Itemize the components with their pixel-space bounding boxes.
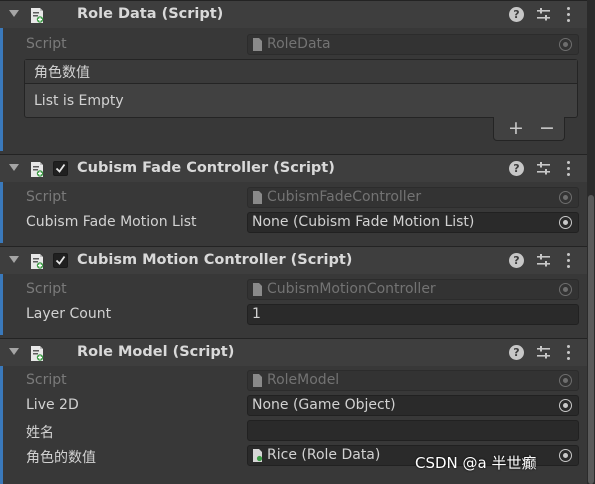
component-header-cubism-fade-controller[interactable]: Cubism Fade Controller (Script) ?: [0, 154, 587, 182]
script-value: CubismMotionController: [267, 281, 436, 297]
object-picker-icon[interactable]: [559, 449, 572, 462]
field-value: None (Game Object): [252, 397, 396, 413]
script-icon: [31, 8, 44, 23]
enabled-checkbox[interactable]: [53, 253, 68, 268]
property-label: 姓名: [26, 425, 54, 441]
help-icon[interactable]: ?: [509, 7, 524, 22]
list-add-button[interactable]: +: [508, 117, 524, 139]
kebab-menu-icon[interactable]: [566, 253, 572, 268]
component-title: Role Model (Script): [77, 344, 235, 360]
kebab-menu-icon[interactable]: [566, 161, 572, 176]
help-icon[interactable]: ?: [509, 161, 524, 176]
script-icon: [31, 254, 44, 269]
script-row: Script CubismMotionController: [0, 278, 587, 302]
object-field[interactable]: None (Game Object): [247, 395, 579, 416]
help-icon[interactable]: ?: [509, 253, 524, 268]
script-asset-icon: [253, 374, 262, 387]
foldout-arrow-icon[interactable]: [9, 164, 19, 171]
script-row: Script RoleData: [0, 33, 587, 57]
script-label: Script: [26, 36, 67, 52]
object-picker-icon[interactable]: [559, 191, 572, 204]
script-value: RoleData: [267, 36, 331, 52]
script-field[interactable]: CubismFadeController: [247, 187, 579, 208]
foldout-arrow-icon[interactable]: [9, 256, 19, 263]
help-icon[interactable]: ?: [509, 345, 524, 360]
script-field[interactable]: RoleModel: [247, 370, 579, 391]
checkmark-icon: [55, 255, 66, 265]
kebab-menu-icon[interactable]: [566, 7, 572, 22]
property-row: Layer Count 1: [0, 303, 587, 327]
script-label: Script: [26, 189, 67, 205]
script-asset-icon: [253, 191, 262, 204]
preset-icon[interactable]: [536, 253, 551, 268]
script-asset-icon: [253, 449, 263, 462]
scrollbar[interactable]: [587, 0, 595, 484]
list-footer: + −: [493, 117, 565, 141]
list-header-label: 角色数值: [34, 65, 90, 81]
property-label: 角色的数值: [26, 450, 96, 466]
component-header-role-model[interactable]: Role Model (Script) ?: [0, 338, 587, 366]
script-icon: [31, 162, 44, 177]
list-empty-text: List is Empty: [34, 93, 124, 109]
script-asset-icon: [253, 38, 262, 51]
list-header[interactable]: 角色数值: [25, 60, 577, 84]
component-title: Role Data (Script): [77, 6, 224, 22]
script-row: Script RoleModel: [0, 369, 587, 393]
script-field[interactable]: RoleData: [247, 34, 579, 55]
object-field[interactable]: None (Cubism Fade Motion List): [247, 212, 579, 233]
component-title: Cubism Motion Controller (Script): [77, 252, 353, 268]
property-label: Layer Count: [26, 306, 112, 322]
list-box: 角色数值 List is Empty: [24, 59, 578, 118]
script-value: RoleModel: [267, 372, 340, 388]
field-value: Rice (Role Data): [267, 447, 381, 463]
object-picker-icon[interactable]: [559, 38, 572, 51]
field-value: 1: [252, 306, 261, 322]
script-label: Script: [26, 281, 67, 297]
foldout-arrow-icon[interactable]: [9, 10, 19, 17]
component-title: Cubism Fade Controller (Script): [77, 160, 335, 176]
preset-icon[interactable]: [536, 161, 551, 176]
kebab-menu-icon[interactable]: [566, 345, 572, 360]
inspector-panel: Role Data (Script) ? Script RoleData 角色数…: [0, 0, 595, 484]
object-picker-icon[interactable]: [559, 283, 572, 296]
property-row: 姓名: [0, 419, 587, 443]
component-header-role-data[interactable]: Role Data (Script) ?: [0, 0, 587, 28]
preset-icon[interactable]: [536, 7, 551, 22]
watermark: CSDN @a 半世癫: [415, 454, 537, 472]
script-icon: [31, 346, 44, 361]
list-remove-button[interactable]: −: [539, 117, 555, 139]
script-asset-icon: [253, 283, 262, 296]
property-row: Live 2D None (Game Object): [0, 394, 587, 418]
property-row: Cubism Fade Motion List None (Cubism Fad…: [0, 211, 587, 235]
object-picker-icon[interactable]: [559, 374, 572, 387]
property-label: Live 2D: [26, 397, 79, 413]
script-field[interactable]: CubismMotionController: [247, 279, 579, 300]
foldout-arrow-icon[interactable]: [9, 348, 19, 355]
checkmark-icon: [55, 163, 66, 173]
script-value: CubismFadeController: [267, 189, 422, 205]
property-label: Cubism Fade Motion List: [26, 214, 197, 230]
enabled-checkbox[interactable]: [53, 161, 68, 176]
script-row: Script CubismFadeController: [0, 186, 587, 210]
scrollbar-thumb[interactable]: [588, 195, 594, 484]
preset-icon[interactable]: [536, 345, 551, 360]
field-value: None (Cubism Fade Motion List): [252, 214, 475, 230]
script-label: Script: [26, 372, 67, 388]
object-picker-icon[interactable]: [559, 216, 572, 229]
name-text-field[interactable]: [247, 420, 579, 441]
object-picker-icon[interactable]: [559, 399, 572, 412]
component-header-cubism-motion-controller[interactable]: Cubism Motion Controller (Script) ?: [0, 246, 587, 274]
layer-count-input[interactable]: 1: [247, 304, 579, 325]
